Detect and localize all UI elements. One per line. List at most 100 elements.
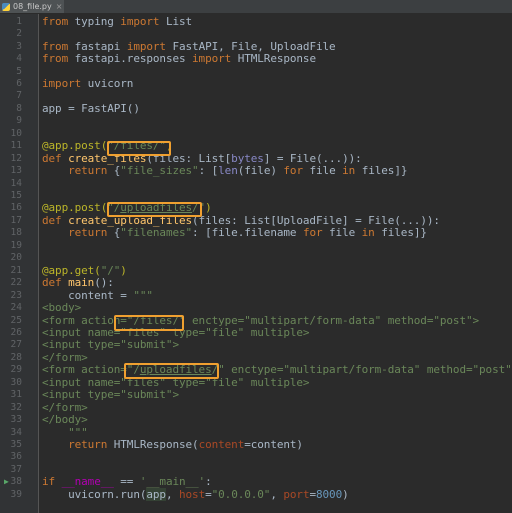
line-number: 10 [10,127,22,139]
code-text: from fastapi.responses import HTMLRespon… [42,52,316,65]
code-line[interactable]: 35 return HTMLResponse(content=content) [0,438,512,452]
code-line[interactable]: 26 <input name="files" type="file" multip… [0,325,512,339]
code-line[interactable]: 19 [0,239,512,251]
code-line[interactable]: 18 return {"filenames": [file.filename f… [0,226,512,240]
code-line[interactable]: 21 @app.get("/") [0,264,512,277]
line-number: 30 [10,376,22,388]
code-line[interactable]: 24 <body> [0,301,512,314]
code-line[interactable]: 10 [0,127,512,139]
code-line[interactable]: 37 [0,463,512,475]
code-text: <form action="/files/" enctype="multipar… [42,314,479,327]
code-token: return [68,438,114,452]
code-line[interactable]: 5 [0,65,512,77]
line-number: 24 [10,302,22,314]
line-number: 16 [10,202,22,214]
code-line[interactable]: 9 [0,115,512,127]
code-token: app = FastAPI() [42,101,140,115]
code-token: files]} [381,226,427,240]
code-token: </form> [42,400,88,414]
code-line[interactable]: 1 from typing import List [0,15,512,28]
code-text: </body> [42,413,88,426]
code-line[interactable]: 29 <form action="/uploadfiles/" enctype="… [0,363,512,377]
line-number: 31 [10,389,22,401]
code-line[interactable]: 12 def create_files(files: List[bytes] = … [0,152,512,165]
code-line[interactable]: 33 </body> [0,413,512,426]
line-number: 26 [10,326,22,338]
code-line[interactable]: 36 [0,451,512,463]
code-line[interactable]: 25 <form action="/files/" enctype="multip… [0,314,512,327]
code-line[interactable]: 17 def create_upload_files(files: List[Up… [0,213,512,227]
code-token: uvicorn [87,76,134,90]
code-token: : [file.filename [192,226,303,240]
code-token: <input name="files" type="file" multiple… [42,325,310,339]
code-line[interactable]: 32 </form> [0,400,512,414]
code-line[interactable]: 7 [0,90,512,102]
code-line[interactable]: 23 content = """ [0,288,512,302]
code-line[interactable]: 39 uvicorn.run(app, host="0.0.0.0", port… [0,487,512,501]
line-number: 33 [10,414,22,426]
code-text: <input name="files" type="file" multiple… [42,376,310,389]
code-line[interactable]: 6 import uvicorn [0,76,512,90]
code-line[interactable]: 28 </form> [0,351,512,364]
code-line[interactable]: 14 [0,177,512,189]
line-number: 27 [10,339,22,351]
code-token: app [146,487,166,501]
code-token: from [42,39,75,53]
code-text: <input type="submit"> [42,338,179,351]
code-token: <form action="/ [42,363,140,377]
code-token: == [113,475,140,489]
code-line[interactable]: 38 ▶ if __name__ == '__main__': [0,475,512,489]
code-token: <body> [42,301,82,315]
code-editor[interactable]: 1 from typing import List 2 3 from fastapi i… [0,14,512,513]
code-line[interactable]: 11 @app.post("/files/") [0,139,512,152]
code-token: port [283,487,310,501]
code-token: main [68,276,95,290]
code-line[interactable]: 2 [0,27,512,39]
code-line[interactable]: 34 """ [0,426,512,439]
code-token: HTMLResponse( [113,438,199,452]
code-token: content = [42,288,134,302]
code-text: from fastapi import FastAPI, File, Uploa… [42,40,336,53]
code-token: host [179,487,206,501]
code-line[interactable]: 22 def main(): [0,276,512,290]
line-number: 6 [16,77,22,89]
code-token: uploadfiles [120,201,193,215]
line-number: 7 [16,90,22,102]
code-line[interactable]: 8 app = FastAPI() [0,101,512,115]
code-token: def [42,213,69,227]
code-line[interactable]: 3 from fastapi import FastAPI, File, Uplo… [0,40,512,53]
code-line[interactable]: 16 @app.post("/uploadfiles/") [0,201,512,215]
line-number: 23 [10,289,22,301]
code-area[interactable]: 1 from typing import List 2 3 from fastapi i… [0,14,512,513]
code-line[interactable]: 27 <input type="submit"> [0,338,512,351]
code-line[interactable]: 15 [0,189,512,201]
code-line[interactable]: 4 from fastapi.responses import HTMLRespo… [0,52,512,65]
code-text: def create_files(files: List[bytes] = Fi… [42,152,362,165]
close-icon[interactable]: × [56,2,63,11]
line-number: 11 [10,140,22,152]
code-token: import [42,76,88,90]
run-gutter-icon[interactable]: ▶ [4,477,9,486]
code-token: "/ [107,201,121,215]
line-number: 39 [10,488,22,500]
code-token: (files: List[ [146,151,232,165]
file-tab[interactable]: 08_file.py × [0,0,64,13]
code-text: @app.post("/files/") [42,139,173,152]
line-number: 25 [10,314,22,326]
line-number: 12 [10,152,22,164]
code-token: create_files [68,151,147,165]
line-number: 36 [10,451,22,463]
code-token: """ [133,288,153,302]
code-text: <body> [42,301,81,314]
code-line[interactable]: 20 [0,252,512,264]
code-text: </form> [42,351,88,364]
code-token: FastAPI, File, UploadFile [172,39,336,53]
code-line[interactable]: 31 <input type="submit"> [0,388,512,401]
code-line[interactable]: 13 return {"file_sizes": [len(file) for … [0,164,512,177]
line-number: 21 [10,264,22,276]
code-line[interactable]: 30 <input name="files" type="file" multip… [0,376,512,389]
line-number: 1 [16,15,22,27]
code-token: : [205,475,212,489]
